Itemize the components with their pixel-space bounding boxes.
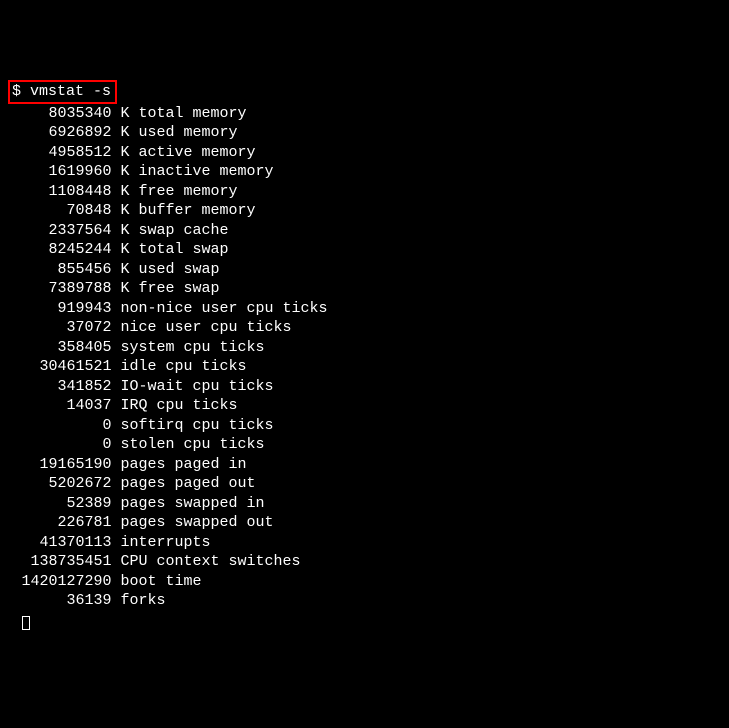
stat-value: 8245244 [22,240,112,260]
stat-value: 37072 [22,318,112,338]
vmstat-output: 8035340K total memory6926892K used memor… [8,104,721,611]
stat-label: IO-wait cpu ticks [112,377,274,397]
prompt-line: $ vmstat -s [8,80,117,104]
stat-label: forks [112,591,166,611]
stat-row: 8035340K total memory [8,104,721,124]
stat-row: 5202672pages paged out [8,474,721,494]
stat-row: 855456K used swap [8,260,721,280]
stat-value: 7389788 [22,279,112,299]
stat-row: 2337564K swap cache [8,221,721,241]
stat-row: 1108448K free memory [8,182,721,202]
stat-value: 0 [22,435,112,455]
stat-value: 70848 [22,201,112,221]
stat-label: pages paged in [112,455,247,475]
stat-label: system cpu ticks [112,338,265,358]
stat-label: boot time [112,572,202,592]
stat-value: 1108448 [22,182,112,202]
stat-row: 8245244K total swap [8,240,721,260]
stat-label: non-nice user cpu ticks [112,299,328,319]
terminal[interactable]: $ vmstat -s 8035340K total memory6926892… [8,80,721,630]
stat-label: K total memory [112,104,247,124]
stat-row: 37072nice user cpu ticks [8,318,721,338]
stat-value: 6926892 [22,123,112,143]
stat-row: 1420127290boot time [8,572,721,592]
stat-row: 1619960K inactive memory [8,162,721,182]
stat-value: 226781 [22,513,112,533]
stat-value: 1420127290 [22,572,112,592]
stat-row: 41370113interrupts [8,533,721,553]
stat-label: pages paged out [112,474,256,494]
stat-label: K used swap [112,260,220,280]
stat-row: 19165190pages paged in [8,455,721,475]
stat-value: 52389 [22,494,112,514]
stat-value: 1619960 [22,162,112,182]
stat-label: K free memory [112,182,238,202]
shell-prompt: $ [12,83,21,100]
stat-row: 358405system cpu ticks [8,338,721,358]
stat-value: 855456 [22,260,112,280]
stat-label: K active memory [112,143,256,163]
stat-value: 0 [22,416,112,436]
stat-value: 36139 [22,591,112,611]
stat-label: pages swapped in [112,494,265,514]
stat-row: 7389788K free swap [8,279,721,299]
stat-value: 2337564 [22,221,112,241]
stat-label: nice user cpu ticks [112,318,292,338]
stat-row: 0softirq cpu ticks [8,416,721,436]
stat-value: 919943 [22,299,112,319]
stat-row: 36139forks [8,591,721,611]
stat-value: 5202672 [22,474,112,494]
stat-value: 138735451 [22,552,112,572]
stat-value: 8035340 [22,104,112,124]
stat-label: CPU context switches [112,552,301,572]
stat-row: 70848K buffer memory [8,201,721,221]
stat-label: softirq cpu ticks [112,416,274,436]
stat-row: 4958512K active memory [8,143,721,163]
stat-label: K used memory [112,123,238,143]
stat-label: K inactive memory [112,162,274,182]
stat-value: 341852 [22,377,112,397]
stat-label: interrupts [112,533,211,553]
stat-value: 30461521 [22,357,112,377]
stat-label: IRQ cpu ticks [112,396,238,416]
command-text: vmstat -s [30,83,111,100]
stat-value: 19165190 [22,455,112,475]
stat-row: 341852IO-wait cpu ticks [8,377,721,397]
cursor-icon [22,616,30,630]
stat-label: idle cpu ticks [112,357,247,377]
stat-label: stolen cpu ticks [112,435,265,455]
stat-label: K buffer memory [112,201,256,221]
stat-row: 6926892K used memory [8,123,721,143]
stat-value: 14037 [22,396,112,416]
stat-label: K free swap [112,279,220,299]
stat-value: 41370113 [22,533,112,553]
stat-label: K swap cache [112,221,229,241]
stat-row: 226781pages swapped out [8,513,721,533]
stat-row: 14037IRQ cpu ticks [8,396,721,416]
stat-label: pages swapped out [112,513,274,533]
stat-value: 4958512 [22,143,112,163]
stat-row: 138735451CPU context switches [8,552,721,572]
stat-row: 30461521idle cpu ticks [8,357,721,377]
stat-row: 0stolen cpu ticks [8,435,721,455]
stat-row: 919943non-nice user cpu ticks [8,299,721,319]
command-highlight: $ vmstat -s [8,80,117,104]
stat-label: K total swap [112,240,229,260]
stat-row: 52389pages swapped in [8,494,721,514]
stat-value: 358405 [22,338,112,358]
